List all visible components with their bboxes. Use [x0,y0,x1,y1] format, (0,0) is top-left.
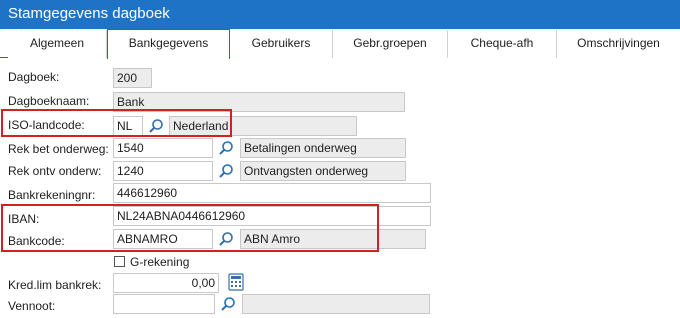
g-rekening-label: G-rekening [130,255,190,269]
tab-bankgegevens[interactable]: Bankgegevens [107,29,230,59]
rek-bet-onderweg-label: Rek bet onderweg: [8,142,109,156]
magnifier-icon[interactable] [218,140,234,156]
dagboek-label: Dagboek: [8,70,60,84]
rek-bet-onderweg-desc: Betalingen onderweg [240,138,406,158]
dagboeknaam-label: Dagboeknaam: [8,94,90,108]
vennoot-desc [242,294,430,314]
rek-ontv-onderw-desc: Ontvangsten onderweg [240,161,406,181]
tab-strip: Algemeen Bankgegevens Gebruikers Gebr.gr… [0,29,680,59]
calculator-icon[interactable] [228,273,244,291]
tab-cheque-afh[interactable]: Cheque-afh [448,30,557,58]
g-rekening-checkbox[interactable] [114,256,125,267]
magnifier-icon[interactable] [220,296,236,312]
vennoot-label: Vennoot: [8,299,56,313]
magnifier-icon[interactable] [218,163,234,179]
tab-gebruikers[interactable]: Gebruikers [230,30,333,58]
dagboek-field: 200 [113,68,152,88]
tab-gebr-groepen[interactable]: Gebr.groepen [333,30,448,58]
rek-ontv-onderw-label: Rek ontv onderw: [8,164,102,178]
kred-lim-bankrek-input[interactable]: 0,00 [113,273,219,293]
title-bar: Stamgegevens dagboek [0,0,680,29]
highlight-iban-bankcode [1,204,379,252]
tab-algemeen[interactable]: Algemeen [8,30,107,58]
window-title: Stamgegevens dagboek [8,5,170,22]
bankrekeningnr-input[interactable]: 446612960 [113,183,431,203]
tab-omschrijvingen[interactable]: Omschrijvingen [557,30,680,58]
bankrekeningnr-label: Bankrekeningnr: [8,188,96,202]
rek-ontv-onderw-input[interactable]: 1240 [113,161,213,181]
rek-bet-onderweg-input[interactable]: 1540 [113,138,213,158]
kred-lim-bankrek-label: Kred.lim bankrek: [8,278,102,292]
highlight-iso [1,109,232,137]
vennoot-input[interactable] [113,294,215,314]
